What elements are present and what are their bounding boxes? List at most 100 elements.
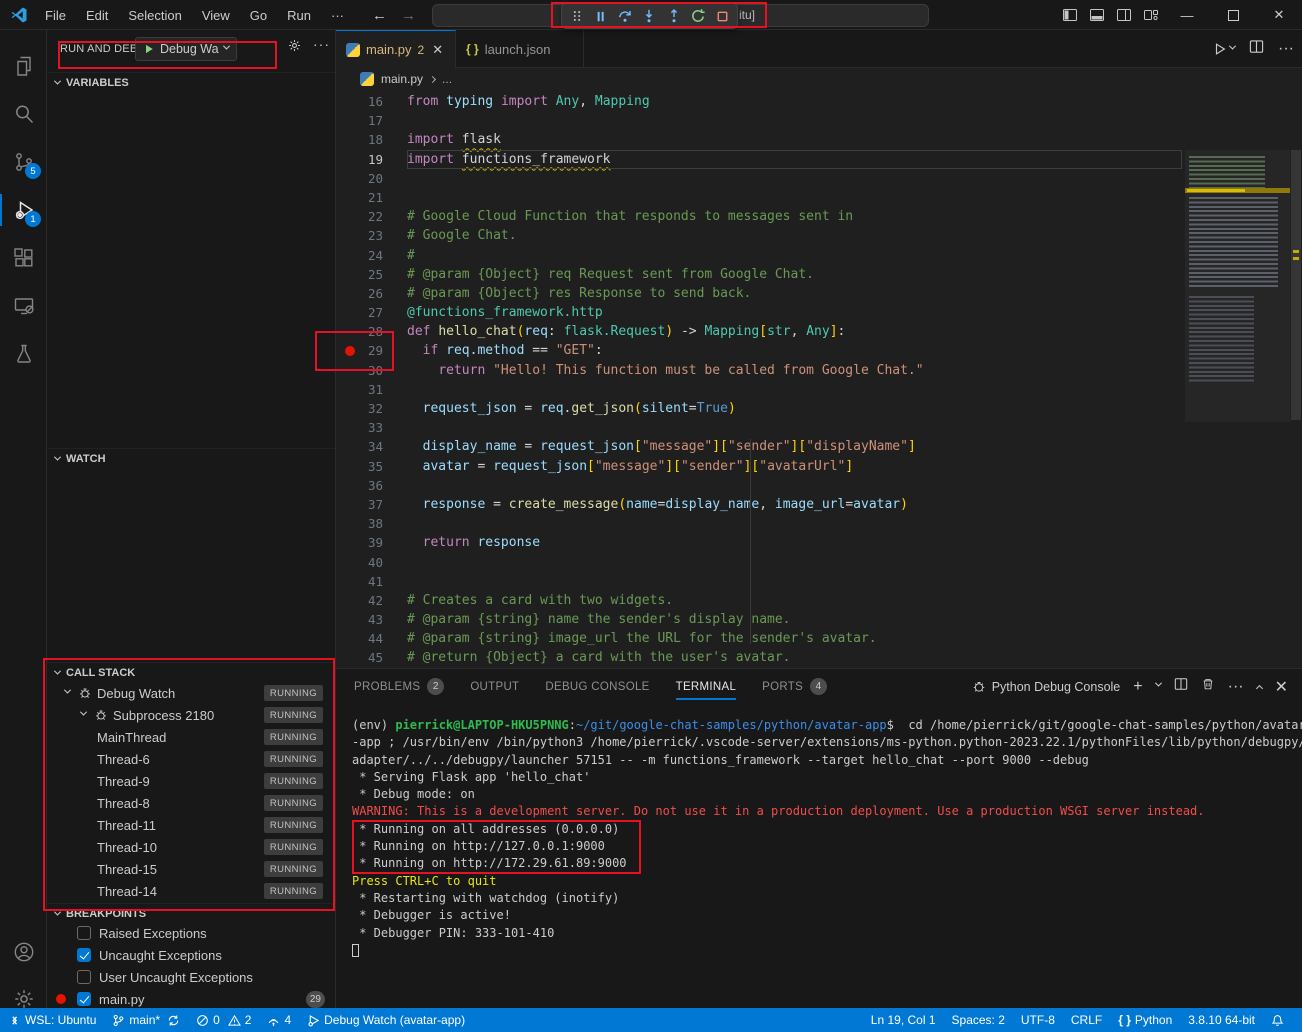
code-line[interactable]: 31: [336, 380, 1302, 399]
code-line[interactable]: 27@functions_framework.http: [336, 303, 1302, 322]
menu-go[interactable]: Go: [241, 5, 276, 26]
gutter[interactable]: 23: [336, 226, 407, 245]
drag-handle-icon[interactable]: [567, 6, 586, 26]
extensions-icon[interactable]: [0, 234, 47, 282]
python-interpreter[interactable]: 3.8.10 64-bit: [1180, 1008, 1263, 1032]
remote-indicator[interactable]: WSL: Ubuntu: [0, 1008, 104, 1032]
gutter[interactable]: 28: [336, 322, 407, 341]
editor-scrollbar[interactable]: [1290, 150, 1302, 728]
gutter[interactable]: 21: [336, 188, 407, 207]
code-line[interactable]: 34 display_name = request_json["message"…: [336, 437, 1302, 456]
account-icon[interactable]: [0, 928, 47, 976]
code-line[interactable]: 44# @param {string} image_url the URL fo…: [336, 629, 1302, 648]
cursor-position[interactable]: Ln 19, Col 1: [863, 1008, 944, 1032]
step-out-icon[interactable]: [664, 6, 683, 26]
gutter[interactable]: 27: [336, 303, 407, 322]
gutter[interactable]: 45: [336, 648, 407, 667]
gutter[interactable]: 26: [336, 284, 407, 303]
breakpoint-row[interactable]: User Uncaught Exceptions: [47, 966, 335, 988]
problems-indicator[interactable]: 02: [188, 1008, 259, 1032]
breadcrumb[interactable]: main.py ...: [336, 68, 1302, 90]
menu-more[interactable]: ···: [322, 5, 353, 26]
code-line[interactable]: 29 if req.method == "GET":: [336, 341, 1302, 360]
close-panel-icon[interactable]: ✕: [1275, 677, 1288, 697]
minimap[interactable]: [1185, 150, 1290, 728]
gutter[interactable]: 41: [336, 572, 407, 591]
gutter[interactable]: 34: [336, 437, 407, 456]
toggle-secondary-sidebar-icon[interactable]: [1110, 0, 1137, 30]
gutter[interactable]: 30: [336, 361, 407, 380]
back-arrow-icon[interactable]: ←: [372, 7, 387, 24]
code-line[interactable]: 30 return "Hello! This function must be …: [336, 361, 1302, 380]
call-stack-row[interactable]: Thread-6RUNNING: [47, 748, 335, 770]
source-control-icon[interactable]: 5: [0, 138, 47, 186]
menu-edit[interactable]: Edit: [77, 5, 117, 26]
code-line[interactable]: 16from typing import Any, Mapping: [336, 92, 1302, 111]
maximize-button[interactable]: [1210, 0, 1256, 30]
call-stack-row[interactable]: Thread-11RUNNING: [47, 814, 335, 836]
menu-file[interactable]: File: [36, 5, 75, 26]
code-line[interactable]: 20: [336, 169, 1302, 188]
panel-tab-output[interactable]: OUTPUT: [470, 669, 519, 704]
stop-icon[interactable]: [713, 6, 732, 26]
code-line[interactable]: 36: [336, 476, 1302, 495]
toggle-panel-icon[interactable]: [1083, 0, 1110, 30]
call-stack-section-header[interactable]: CALL STACK: [47, 662, 335, 682]
terminal-instance-label[interactable]: Python Debug Console: [972, 680, 1121, 694]
gutter[interactable]: 29: [336, 341, 407, 360]
gutter[interactable]: 40: [336, 553, 407, 572]
breakpoints-section-header[interactable]: BREAKPOINTS: [47, 903, 335, 923]
restart-icon[interactable]: [688, 6, 707, 26]
code-line[interactable]: 17: [336, 111, 1302, 130]
call-stack-row[interactable]: Thread-8RUNNING: [47, 792, 335, 814]
code-line[interactable]: 37 response = create_message(name=displa…: [336, 495, 1302, 514]
toggle-sidebar-icon[interactable]: [1056, 0, 1083, 30]
tab-main-py[interactable]: main.py 2 ✕: [336, 30, 456, 68]
language-mode[interactable]: { }Python: [1110, 1008, 1180, 1032]
call-stack-row[interactable]: Subprocess 2180RUNNING: [47, 704, 335, 726]
tab-launch-json[interactable]: { } launch.json: [456, 30, 584, 68]
code-line[interactable]: 21: [336, 188, 1302, 207]
gutter[interactable]: 37: [336, 495, 407, 514]
gutter[interactable]: 35: [336, 457, 407, 476]
gutter[interactable]: 39: [336, 533, 407, 552]
code-line[interactable]: 33: [336, 418, 1302, 437]
gutter[interactable]: 44: [336, 629, 407, 648]
call-stack-row[interactable]: Thread-14RUNNING: [47, 880, 335, 902]
gutter[interactable]: 31: [336, 380, 407, 399]
call-stack-row[interactable]: Thread-15RUNNING: [47, 858, 335, 880]
gutter[interactable]: 36: [336, 476, 407, 495]
code-line[interactable]: 32 request_json = req.get_json(silent=Tr…: [336, 399, 1302, 418]
search-icon[interactable]: [0, 90, 47, 138]
code-line[interactable]: 45# @return {Object} a card with the use…: [336, 648, 1302, 667]
breakpoint-row[interactable]: Uncaught Exceptions: [47, 944, 335, 966]
watch-section-header[interactable]: WATCH: [47, 448, 335, 468]
terminal-output[interactable]: (env) pierrick@LAPTOP-HKU5PNNG:~/git/goo…: [352, 717, 1292, 959]
breakpoint-row[interactable]: main.py29: [47, 988, 335, 1010]
code-line[interactable]: 41: [336, 572, 1302, 591]
run-and-debug-icon[interactable]: 1: [0, 186, 47, 234]
kill-terminal-icon[interactable]: [1201, 677, 1215, 696]
code-line[interactable]: 19import functions_framework: [336, 150, 1302, 169]
debug-session-indicator[interactable]: Debug Watch (avatar-app): [299, 1008, 473, 1032]
testing-icon[interactable]: [0, 330, 47, 378]
gutter[interactable]: 19: [336, 150, 407, 169]
code-line[interactable]: 28def hello_chat(req: flask.Request) -> …: [336, 322, 1302, 341]
breakpoint-row[interactable]: Raised Exceptions: [47, 922, 335, 944]
call-stack-row[interactable]: Thread-9RUNNING: [47, 770, 335, 792]
minimize-button[interactable]: —: [1164, 0, 1210, 30]
notifications-bell[interactable]: [1263, 1008, 1292, 1032]
breakpoint-checkbox[interactable]: [77, 948, 91, 962]
gutter[interactable]: 25: [336, 265, 407, 284]
code-line[interactable]: 25# @param {Object} req Request sent fro…: [336, 265, 1302, 284]
gutter[interactable]: 43: [336, 610, 407, 629]
code-line[interactable]: 23# Google Chat.: [336, 226, 1302, 245]
gutter[interactable]: 18: [336, 130, 407, 149]
pause-icon[interactable]: [591, 6, 610, 26]
debug-config-dropdown[interactable]: Debug Wa: [135, 37, 237, 61]
split-editor-icon[interactable]: [1249, 39, 1264, 59]
close-tab-icon[interactable]: ✕: [432, 42, 443, 58]
breakpoint-checkbox[interactable]: [77, 926, 91, 940]
code-line[interactable]: 38: [336, 514, 1302, 533]
code-line[interactable]: 42# Creates a card with two widgets.: [336, 591, 1302, 610]
